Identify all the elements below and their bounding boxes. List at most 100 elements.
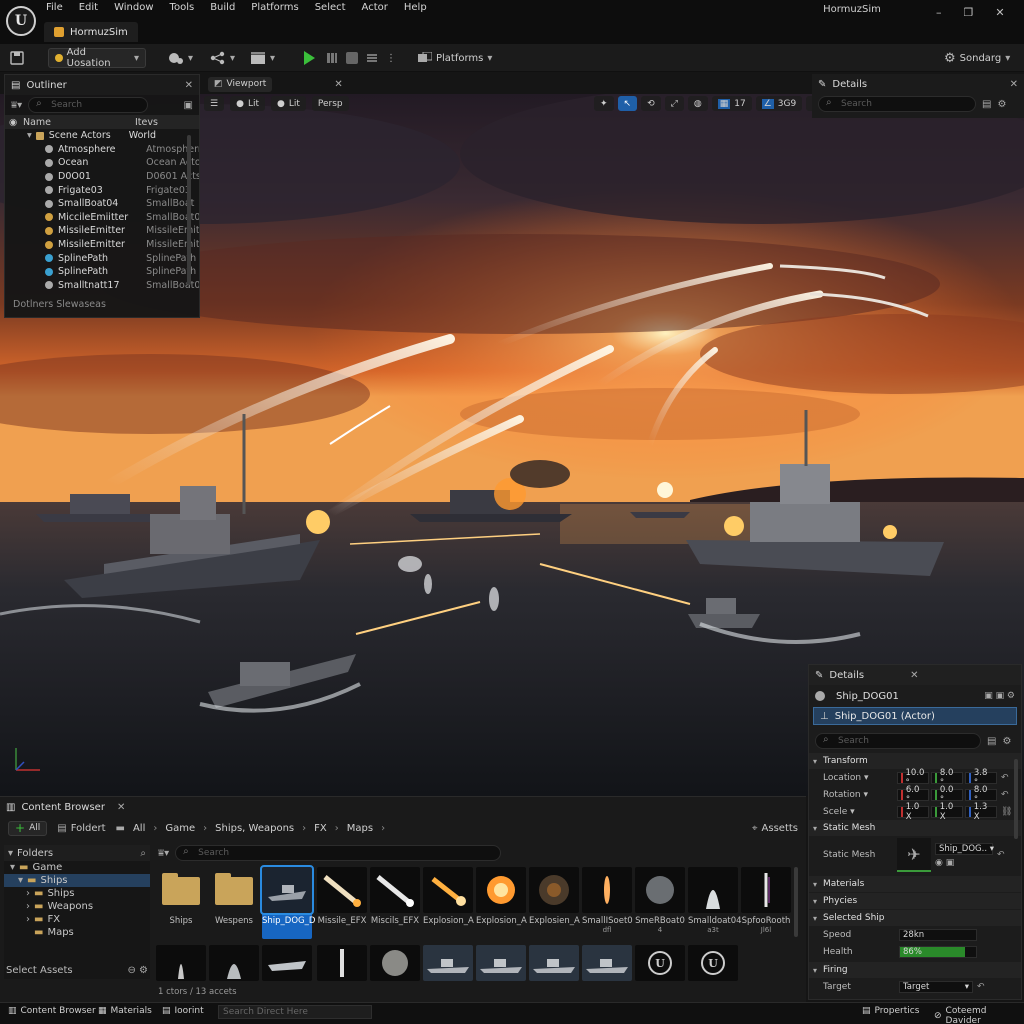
materials-section[interactable]: Materials [809,876,1021,892]
asset-tile[interactable]: Wespens [209,867,259,939]
asset-tile[interactable] [423,945,473,983]
target-dropdown[interactable]: Target ▾ [899,980,973,993]
location-y[interactable]: 8.0 ° [931,768,963,788]
asset-tile[interactable]: Smalldoat04 a3t [688,867,742,939]
actor-action-icons[interactable]: ▣ ▣ ⚙ [984,691,1015,701]
details-scrollbar[interactable] [1014,759,1018,839]
tree-folder[interactable]: › ▬ FX [4,913,150,926]
crumb-game[interactable]: Game [165,823,195,834]
mesh-thumbnail[interactable]: ✈ [897,838,931,872]
list-view-icon[interactable]: ▤ [987,736,996,747]
crumb-maps[interactable]: Maps [347,823,373,834]
rotation-y[interactable]: 0.0 ° [931,785,963,805]
health-bar[interactable]: 86% [899,945,977,958]
close-details-icon[interactable]: ✕ [1010,79,1018,90]
scale-label[interactable]: Scele ▾ [823,807,897,817]
close-window-button[interactable]: ✕ [995,6,1004,19]
play-options-button[interactable]: ⋮ [386,48,396,68]
asset-tile[interactable]: Explosion_A [476,867,527,939]
tab-viewport[interactable]: ◩ Viewport [208,76,273,92]
sequence-menu-button[interactable]: ▾ [210,48,235,68]
settings-button[interactable]: ⚙ Sondarg ▾ [944,48,1010,68]
crumb-fx[interactable]: FX [314,823,327,834]
outliner-search-input[interactable]: Search [28,97,149,113]
asset-tile[interactable] [582,945,632,983]
tree-row[interactable]: SplinePath SplinePath [27,265,199,279]
filter-icon[interactable]: ⩸▾ [11,100,22,111]
location-z[interactable]: 3.8 ° [965,768,997,788]
stop-button[interactable] [346,48,358,68]
rotation-x[interactable]: 6.0 ° [897,785,929,805]
menu-edit[interactable]: Edit [79,2,98,13]
minimize-button[interactable]: – [936,6,942,19]
translate-mode-icon[interactable]: ↖ [617,96,638,111]
platforms-button[interactable]: Platforms ▾ [418,48,492,68]
close-content-browser-icon[interactable]: ✕ [117,802,125,813]
tree-row[interactable]: Ocean Ocean Acto [27,156,199,170]
tree-row[interactable]: Frigate03 Frigate03 [27,183,199,197]
tree-row[interactable]: SplinePath SplinePath [27,251,199,265]
menu-file[interactable]: File [46,2,63,13]
lit-mode-button[interactable]: ● Lit [230,96,265,111]
console-input[interactable]: Search Direct Here [218,1005,372,1019]
selected-ship-section[interactable]: Selected Ship [809,910,1021,926]
collections-icons[interactable]: ⊖ ⚙ [127,965,148,976]
menu-platforms[interactable]: Platforms [251,2,298,13]
asset-tile[interactable] [156,945,206,983]
project-tab[interactable]: HormuzSim [44,22,138,42]
reset-icon[interactable]: ↶ [1001,790,1009,800]
menu-actor[interactable]: Actor [362,2,388,13]
tree-row[interactable]: ▾ Scene Actors World [27,129,199,143]
column-name-header[interactable]: Name [23,117,135,128]
eject-button[interactable] [366,48,378,68]
asset-tile[interactable]: SpfooRooth Jl6l [741,867,791,939]
angle-snap-button[interactable]: ∠ 3G9 [755,96,803,111]
close-viewport-icon[interactable]: ✕ [334,79,342,90]
play-button[interactable] [304,48,315,68]
tree-folder[interactable]: ▬ Maps [4,926,150,939]
tree-folder-selected[interactable]: ▾ ▬ Ships [4,874,150,887]
engine-logo-icon[interactable]: U [6,6,36,36]
folder-button[interactable]: ▤ Foldert [57,823,105,834]
rotation-label[interactable]: Rotation ▾ [823,790,897,800]
scale-y[interactable]: 1.0 X [931,802,963,822]
visibility-icon[interactable]: ◉ [9,117,23,128]
crumb-ships-weapons[interactable]: Ships, Weapons [215,823,294,834]
asset-tile[interactable]: SmeRBoat0 4 [635,867,685,939]
status-content-browser[interactable]: ▥ Content Browser [8,1006,96,1016]
content-scrollbar[interactable] [794,867,798,937]
lit-mode-button-2[interactable]: ● Lit [270,96,306,111]
asset-tile[interactable]: Ships [156,867,206,939]
close-outliner-icon[interactable]: ✕ [185,80,193,91]
column-type-header[interactable]: Itevs [135,117,158,128]
mesh-browse-icons[interactable]: ◉ ▣ [935,858,993,868]
asset-tile[interactable]: U [688,945,738,983]
tree-row[interactable]: SmallBoat04 SmallBoat [27,197,199,211]
reset-icon[interactable]: ↶ [997,850,1005,860]
asset-tile[interactable]: Missile_EFX [317,867,367,939]
asset-tile[interactable]: U [635,945,685,983]
asset-tile[interactable] [262,945,312,983]
perspective-button[interactable]: Persp [311,96,349,111]
tree-folder[interactable]: › ▬ Ships [4,887,150,900]
details-search-input[interactable]: Search [815,733,981,749]
lock-scale-icon[interactable]: ⛓ [1001,807,1012,817]
scale-x[interactable]: 1.0 X [897,802,929,822]
location-x[interactable]: 10.0 ° [897,768,929,788]
viewport-menu-button[interactable]: ☰ [204,96,225,111]
details-top-search-input[interactable]: Search [818,96,976,112]
maximize-button[interactable]: ❐ [964,6,974,19]
static-mesh-dropdown[interactable]: Ship_DOG.. ▾ [935,842,994,855]
tree-row[interactable]: D0O01 D0601 Acts [27,170,199,184]
world-space-icon[interactable]: ◍ [687,96,708,111]
status-divider[interactable]: ⊘ Coteemd Davider [934,1006,1024,1024]
static-mesh-section[interactable]: Static Mesh [809,820,1021,836]
reset-icon[interactable]: ↶ [977,982,985,992]
asset-tile[interactable] [370,945,420,983]
outliner-settings-icon[interactable]: ▣ [184,100,193,111]
asset-tile-selected[interactable]: Ship_DOG_D [260,865,315,939]
pause-button[interactable] [326,48,338,68]
location-label[interactable]: Location ▾ [823,773,897,783]
asset-tile[interactable] [209,945,259,983]
speed-field[interactable]: 28kn [899,928,977,941]
